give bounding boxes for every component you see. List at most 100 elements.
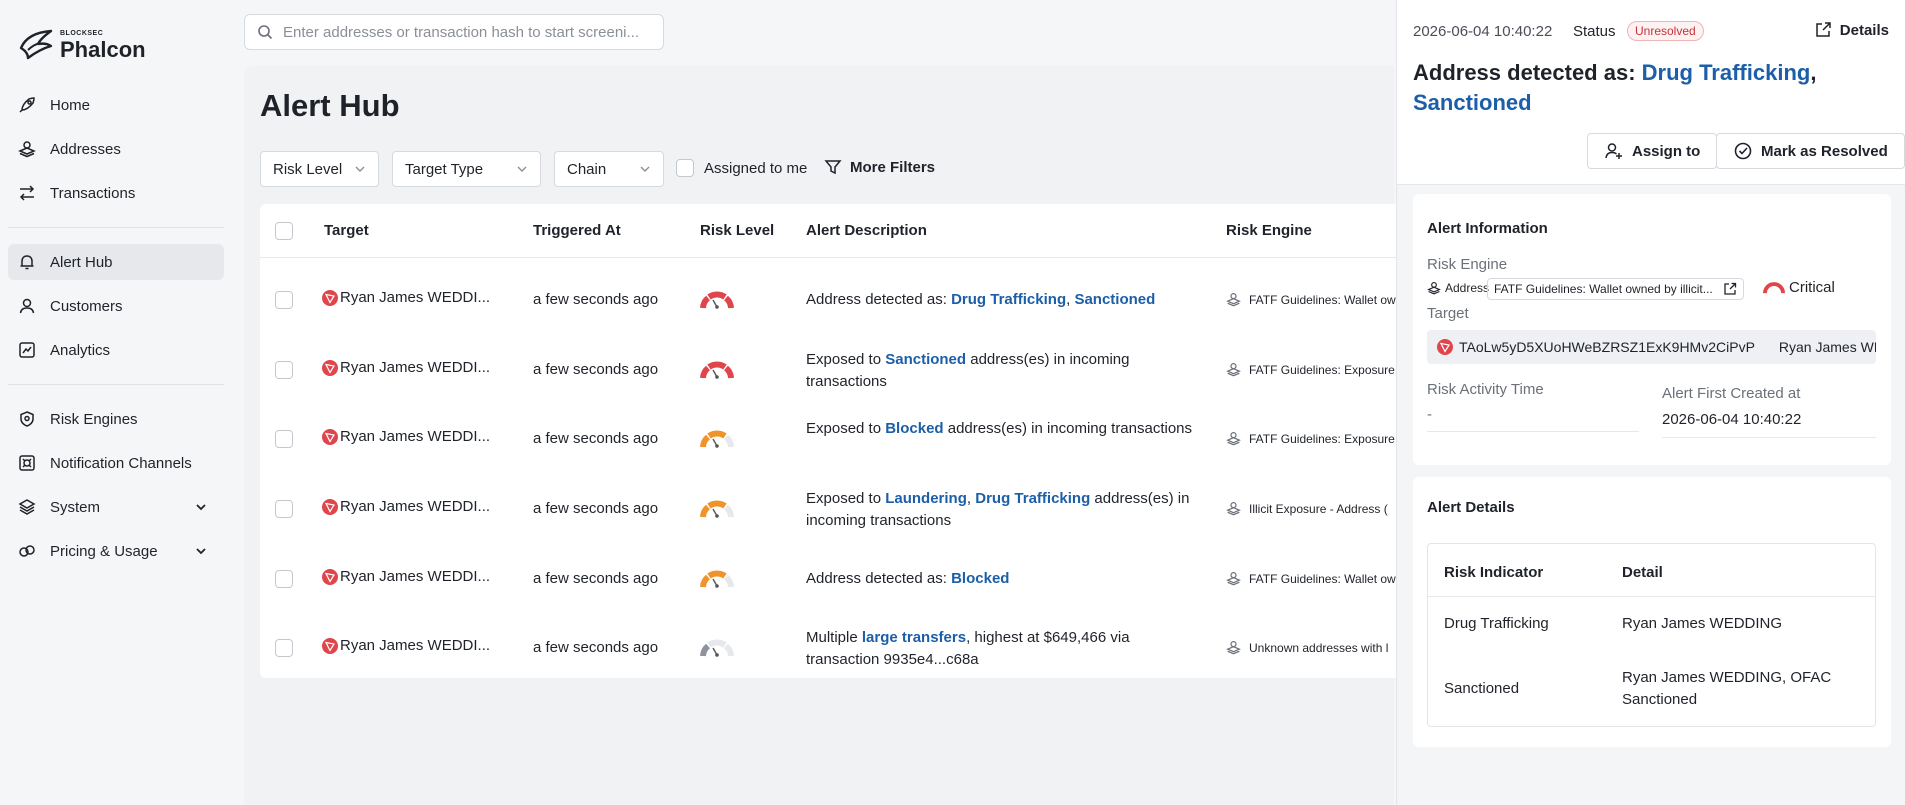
search-bar[interactable] <box>244 14 664 50</box>
target-name: Ryan James WEDDI... <box>340 637 491 654</box>
nav-label: Risk Engines <box>50 410 138 428</box>
description-link[interactable]: Sanctioned <box>885 351 966 368</box>
checkbox[interactable] <box>676 159 694 177</box>
description-link[interactable]: large transfers <box>862 629 966 646</box>
row-checkbox[interactable] <box>275 430 293 448</box>
row-checkbox[interactable] <box>275 639 293 657</box>
table-row[interactable]: Ryan James WEDDI... a few seconds ago Mult… <box>260 613 1400 683</box>
severity-label: Critical <box>1789 279 1835 296</box>
description-text: Exposed to <box>806 351 886 368</box>
table-row[interactable]: Ryan James WEDDI... a few seconds ago Addr… <box>260 265 1400 335</box>
alert-description-cell: Address detected as: Drug Trafficking, S… <box>806 289 1196 311</box>
created-value: 2026-06-04 10:40:22 <box>1662 411 1802 428</box>
wallet-stack-icon <box>1226 641 1241 655</box>
indicator-cell: Sanctioned <box>1444 680 1520 697</box>
nav-item-addresses[interactable]: Addresses <box>8 131 224 167</box>
row-checkbox[interactable] <box>275 570 293 588</box>
triggered-at-cell: a few seconds ago <box>533 430 659 447</box>
tron-chain-icon <box>322 428 338 445</box>
chain-filter[interactable]: Chain <box>554 151 664 187</box>
engine-name: FATF Guidelines: Wallet owned by illicit… <box>1494 282 1713 296</box>
description-link[interactable]: Sanctioned <box>1074 291 1155 308</box>
wallet-stack-icon <box>1226 293 1241 307</box>
table-row[interactable]: Ryan James WEDDI... a few seconds ago Expo… <box>260 404 1400 474</box>
tron-chain-icon <box>322 637 338 654</box>
risk-engine-cell[interactable]: FATF Guidelines: Exposure <box>1226 362 1396 377</box>
row-checkbox[interactable] <box>275 291 293 309</box>
indicator-cell: Drug Trafficking <box>1444 615 1549 632</box>
nav-item-notification-channels[interactable]: Notification Channels <box>8 445 224 481</box>
target-cell[interactable]: Ryan James WEDDI... <box>322 568 490 585</box>
risk-engine-cell[interactable]: Illicit Exposure - Address ( <box>1226 501 1396 516</box>
nav-label: Alert Hub <box>50 253 113 271</box>
risk-activity-value: - <box>1427 406 1432 423</box>
alert-detail-panel: 2026-06-04 10:40:22 Status Unresolved De… <box>1396 0 1905 805</box>
filter-label: Target Type <box>405 160 484 178</box>
card-title: Alert Details <box>1427 499 1515 516</box>
filter-label: Risk Level <box>273 160 343 178</box>
brand-logo[interactable]: BLOCKSEC Phalcon <box>18 28 146 62</box>
description-text: address(es) in incoming transactions <box>943 420 1193 437</box>
brand-small-text: BLOCKSEC <box>60 29 104 37</box>
nav-item-system[interactable]: System <box>8 489 224 525</box>
target-cell[interactable]: Ryan James WEDDI... <box>322 498 490 515</box>
risk-engine-cell[interactable]: FATF Guidelines: Wallet ow <box>1226 571 1396 586</box>
target-cell[interactable]: Ryan James WEDDI... <box>322 428 490 445</box>
target-name: Ryan James WEDDI... <box>340 568 491 585</box>
nav-label: Transactions <box>50 184 136 202</box>
risk-level-filter[interactable]: Risk Level <box>260 151 379 187</box>
target-address-box[interactable]: TAoLw5yD5XUoHWeBZRSZ1ExK9HMv2CiPvP Ryan … <box>1427 330 1876 364</box>
search-input[interactable] <box>283 23 663 41</box>
description-link[interactable]: Drug Trafficking <box>975 490 1090 507</box>
more-filters-button[interactable]: More Filters <box>824 158 935 176</box>
alerts-table: Target Triggered At Risk Level Alert Des… <box>260 204 1400 678</box>
target-cell[interactable]: Ryan James WEDDI... <box>322 359 490 376</box>
details-link[interactable]: Details <box>1814 21 1889 39</box>
table-row[interactable]: Ryan James WEDDI... a few seconds ago Expo… <box>260 474 1400 544</box>
nav-label: Addresses <box>50 140 121 158</box>
risk-engine-cell[interactable]: FATF Guidelines: Exposure <box>1226 431 1396 446</box>
description-link[interactable]: Laundering <box>885 490 967 507</box>
chevron-down-icon <box>355 166 365 172</box>
engine-name-chip[interactable]: FATF Guidelines: Wallet owned by illicit… <box>1487 278 1744 300</box>
title-link-sanctioned[interactable]: Sanctioned <box>1413 90 1532 115</box>
nav-item-transactions[interactable]: Transactions <box>8 175 224 211</box>
external-link-icon <box>1724 282 1736 295</box>
nav-item-risk-engines[interactable]: Risk Engines <box>8 401 224 437</box>
table-row[interactable]: Ryan James WEDDI... a few seconds ago Addr… <box>260 544 1400 614</box>
assign-to-button[interactable]: Assign to <box>1587 133 1718 169</box>
select-all-checkbox[interactable] <box>275 222 293 240</box>
risk-engine-cell[interactable]: Unknown addresses with l <box>1226 640 1396 655</box>
risk-gauge-icon <box>700 500 734 518</box>
target-cell[interactable]: Ryan James WEDDI... <box>322 637 490 654</box>
nav-item-analytics[interactable]: Analytics <box>8 332 224 368</box>
wallet-stack-icon <box>1226 363 1241 377</box>
description-link[interactable]: Drug Trafficking <box>951 291 1066 308</box>
title-link-drug-trafficking[interactable]: Drug Trafficking <box>1642 60 1811 85</box>
description-link[interactable]: Blocked <box>951 570 1009 587</box>
risk-gauge-icon <box>700 430 734 448</box>
risk-engine-name: Illicit Exposure - Address ( <box>1249 501 1388 516</box>
nav-divider <box>8 227 224 228</box>
assigned-to-me-checkbox[interactable]: Assigned to me <box>676 159 807 177</box>
target-type-filter[interactable]: Target Type <box>392 151 541 187</box>
triggered-at-cell: a few seconds ago <box>533 570 659 587</box>
page-title: Alert Hub <box>260 88 400 123</box>
nav-item-customers[interactable]: Customers <box>8 288 224 324</box>
chevron-down-icon <box>196 548 206 555</box>
alert-details-table: Risk Indicator Detail Drug Trafficking R… <box>1427 543 1876 727</box>
row-checkbox[interactable] <box>275 500 293 518</box>
triggered-at-cell: a few seconds ago <box>533 361 659 378</box>
target-cell[interactable]: Ryan James WEDDI... <box>322 289 490 306</box>
description-link[interactable]: Blocked <box>885 420 943 437</box>
risk-engine-cell[interactable]: FATF Guidelines: Wallet ow <box>1226 292 1396 307</box>
mark-resolved-button[interactable]: Mark as Resolved <box>1716 133 1905 169</box>
nav-item-alert-hub[interactable]: Alert Hub <box>8 244 224 280</box>
nav-item-home[interactable]: Home <box>8 87 224 123</box>
nav-item-pricing-usage[interactable]: Pricing & Usage <box>8 533 224 569</box>
row-checkbox[interactable] <box>275 361 293 379</box>
tron-chain-icon <box>1437 339 1453 355</box>
table-row[interactable]: Ryan James WEDDI... a few seconds ago Expo… <box>260 335 1400 405</box>
target-name: Ryan James WEDDI... <box>340 428 491 445</box>
col-alert-description: Alert Description <box>806 222 927 239</box>
